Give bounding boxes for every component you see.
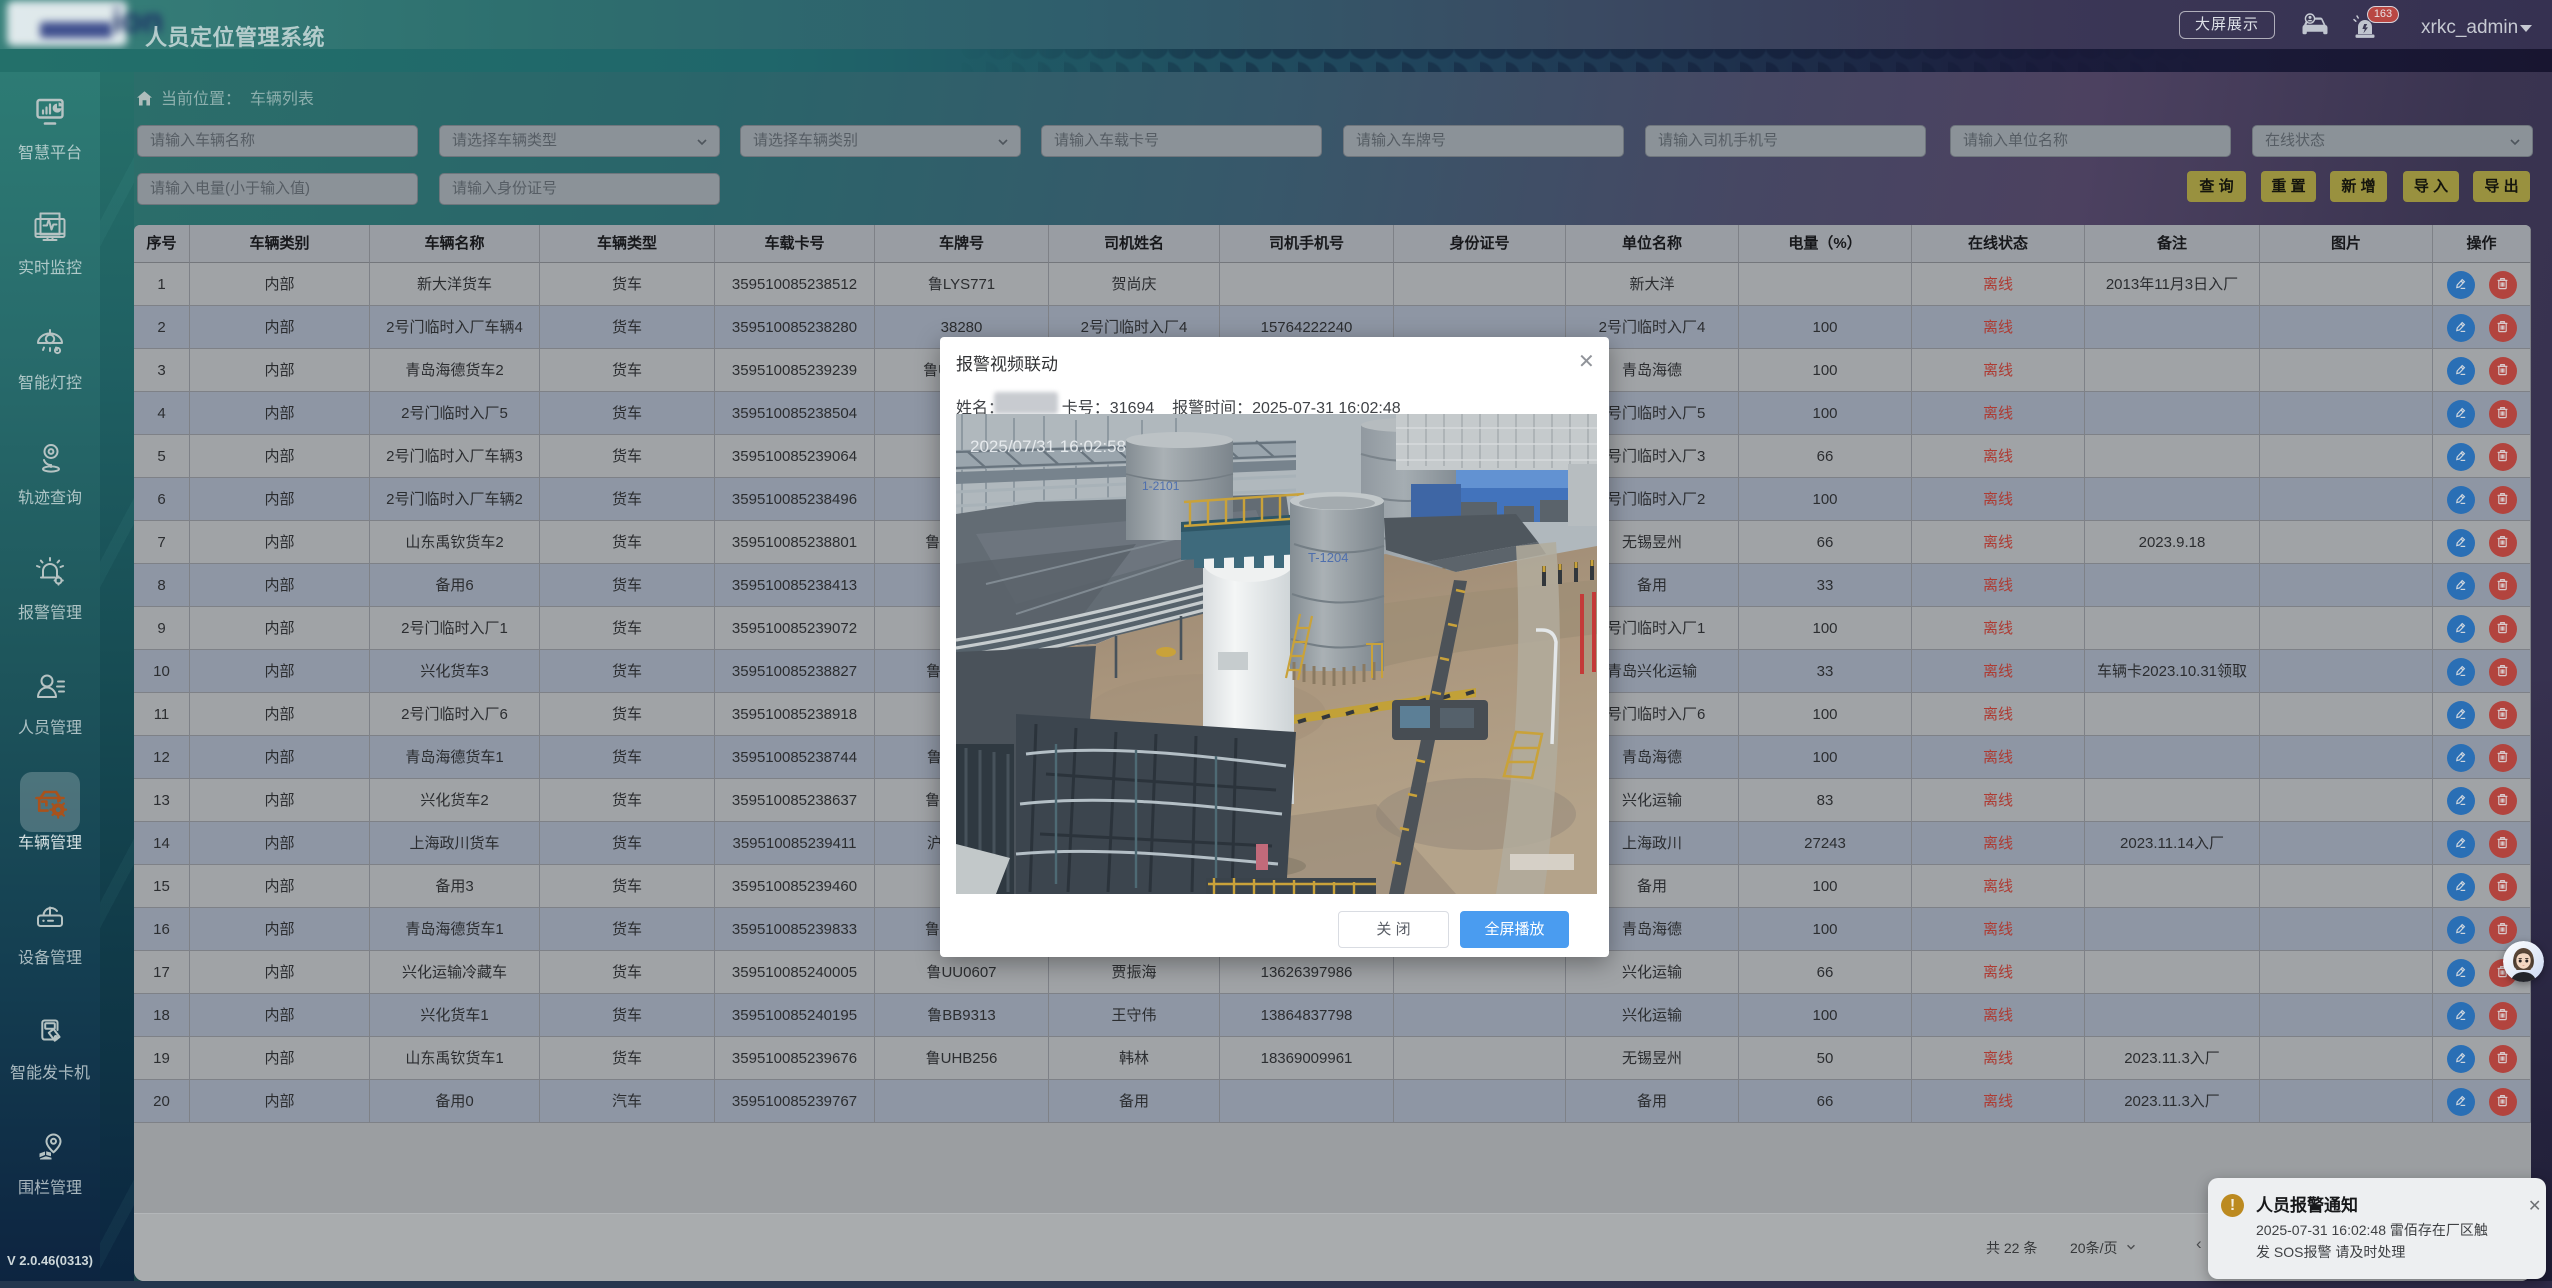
svg-text:2025/07/31 16:02:58: 2025/07/31 16:02:58 [970, 437, 1126, 456]
